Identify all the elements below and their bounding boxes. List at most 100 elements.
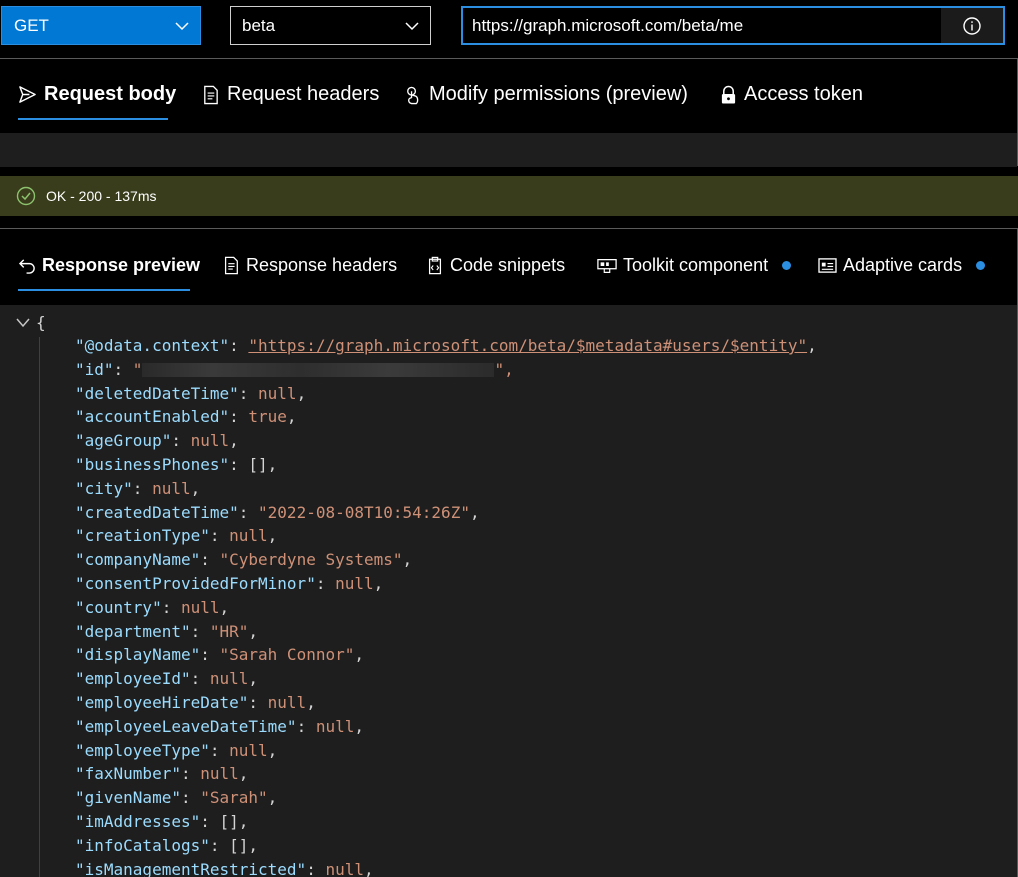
json-line: "employeeLeaveDateTime": null, (75, 716, 364, 736)
document-icon (224, 256, 238, 275)
json-key: "isManagementRestricted" (75, 859, 307, 877)
json-value: null (200, 764, 239, 784)
version-value: beta (242, 15, 276, 35)
tab-toolkit-component[interactable]: Toolkit component (597, 255, 792, 276)
new-indicator-dot (976, 261, 986, 270)
json-line: "companyName": "Cyberdyne Systems", (75, 550, 413, 570)
tab-label: Adaptive cards (843, 255, 963, 275)
tab-modify-permissions[interactable]: Modify permissions (preview) (403, 83, 688, 106)
json-line: "givenName": "Sarah", (75, 788, 278, 808)
json-key: "businessPhones" (75, 454, 230, 474)
json-line: "isManagementRestricted": null, (75, 859, 374, 877)
tab-response-preview[interactable]: Response preview (19, 255, 200, 276)
json-line: "creationType": null, (75, 526, 278, 546)
lock-icon (721, 85, 736, 103)
json-line: "country": null, (75, 597, 230, 617)
json-value: null (267, 692, 307, 712)
json-value: null (335, 573, 374, 593)
json-key: "imAddresses" (75, 811, 201, 831)
request-panel: Request body Request headers Modify perm… (0, 58, 1018, 167)
json-value: null (229, 740, 268, 760)
request-tabs: Request body Request headers Modify perm… (0, 59, 1017, 133)
info-button[interactable] (941, 8, 1003, 43)
chevron-down-icon[interactable] (15, 317, 31, 329)
document-icon (204, 85, 218, 104)
json-key: "displayName" (75, 645, 201, 665)
json-key: "employeeType" (75, 740, 210, 760)
json-line: "ageGroup": null, (75, 431, 239, 451)
tab-label: Access token (744, 83, 863, 105)
tab-code-snippets[interactable]: Code snippets (426, 255, 565, 276)
json-key: "deletedDateTime" (75, 383, 239, 403)
json-value: " (132, 359, 143, 379)
json-value: "Sarah" (200, 788, 268, 808)
tab-request-headers[interactable]: Request headers (201, 83, 379, 106)
method-dropdown[interactable]: GET (1, 6, 201, 45)
tab-label: Modify permissions (preview) (429, 83, 688, 105)
json-key: "consentProvidedForMinor" (75, 573, 316, 593)
json-key: "creationType" (75, 526, 210, 546)
json-line: "accountEnabled": true, (75, 407, 297, 427)
json-line: "displayName": "Sarah Connor", (75, 645, 364, 665)
json-line: "consentProvidedForMinor": null, (75, 573, 384, 593)
response-json-viewer[interactable]: { "@odata.context": "https://graph.micro… (0, 305, 1017, 877)
url-value: https://graph.microsoft.com/beta/me (472, 15, 744, 35)
touch-icon (407, 86, 419, 104)
tab-response-headers[interactable]: Response headers (222, 255, 397, 276)
json-line: "createdDateTime": "2022-08-08T10:54:26Z… (75, 502, 480, 522)
tab-request-body[interactable]: Request body (18, 83, 176, 106)
json-key: "ageGroup" (75, 431, 172, 451)
active-tab-indicator (18, 118, 168, 120)
json-line: "businessPhones": [], (75, 454, 278, 474)
tab-label: Response headers (246, 255, 398, 275)
status-bar: OK - 200 - 137ms (0, 176, 1018, 216)
json-value: "HR" (209, 621, 249, 641)
tab-access-token[interactable]: Access token (720, 83, 863, 106)
json-line: "faxNumber": null, (75, 764, 249, 784)
redacted-value (142, 363, 495, 378)
version-dropdown[interactable]: beta (230, 6, 431, 45)
method-value: GET (14, 15, 49, 35)
json-line: "infoCatalogs": [], (75, 835, 259, 855)
json-key: "@odata.context" (75, 336, 230, 355)
json-value: true (248, 407, 287, 427)
json-link-value[interactable]: "https://graph.microsoft.com/beta/$metad… (248, 336, 807, 355)
json-line: "id": " ", (75, 359, 514, 379)
json-line: "employeeHireDate": null, (75, 692, 316, 712)
json-key: "infoCatalogs" (75, 835, 210, 855)
json-key: "employeeHireDate" (75, 692, 249, 712)
json-value: [] (248, 454, 268, 474)
tab-label: Response preview (42, 255, 201, 275)
json-value: null (180, 597, 220, 617)
url-input[interactable]: https://graph.microsoft.com/beta/me (461, 6, 1005, 45)
json-value: [] (229, 835, 249, 855)
json-value: "Cyberdyne Systems" (219, 550, 403, 570)
code-clipboard-icon (428, 256, 442, 275)
json-line: "department": "HR", (75, 621, 259, 641)
json-line: "imAddresses": [], (75, 811, 249, 831)
json-lines: "@odata.context": "https://graph.microso… (75, 334, 817, 877)
json-line: "employeeId": null, (75, 669, 259, 689)
tab-label: Request body (44, 83, 177, 105)
json-value: null (152, 478, 191, 498)
toolkit-icon (597, 258, 617, 273)
json-value: "2022-08-08T10:54:26Z" (258, 502, 470, 522)
chevron-down-icon (175, 22, 189, 31)
json-value: null (209, 669, 249, 689)
tab-label: Toolkit component (623, 255, 769, 275)
info-icon (963, 16, 981, 35)
check-circle-icon (16, 186, 36, 206)
json-value: null (190, 431, 230, 451)
json-key: "city" (75, 478, 133, 498)
json-value: "Sarah Connor" (219, 645, 355, 665)
json-key: "accountEnabled" (75, 407, 230, 427)
active-tab-indicator (18, 289, 190, 291)
request-body-editor[interactable] (0, 133, 1017, 167)
json-key: "companyName" (75, 550, 201, 570)
json-open-brace: { (36, 313, 46, 332)
json-line: "employeeType": null, (75, 740, 278, 760)
tab-adaptive-cards[interactable]: Adaptive cards (818, 255, 986, 276)
send-icon (19, 86, 36, 103)
json-key: "faxNumber" (75, 764, 181, 784)
card-icon (818, 258, 837, 273)
